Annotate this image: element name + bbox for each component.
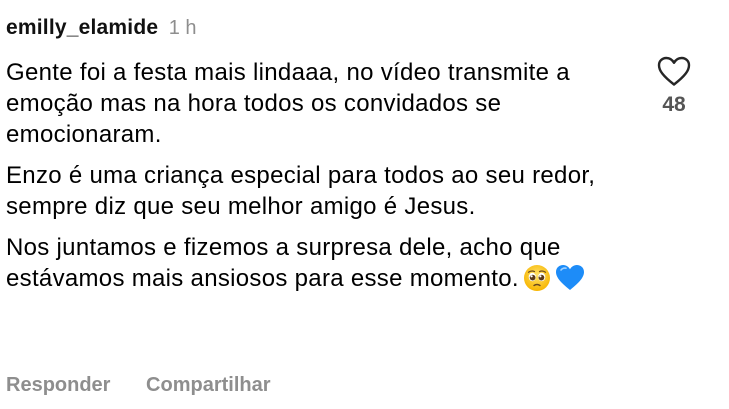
share-button[interactable]: Compartilhar: [146, 370, 270, 400]
comment-header: emilly_elamide 1 h: [6, 14, 197, 42]
comment-paragraph-3: Nos juntamos e fizemos a surpresa dele, …: [6, 232, 626, 300]
timestamp: 1 h: [168, 17, 197, 39]
heart-outline-icon[interactable]: [657, 56, 691, 87]
comment-paragraph-3-text: Nos juntamos e fizemos a surpresa dele, …: [6, 234, 561, 292]
username[interactable]: emilly_elamide: [6, 16, 158, 39]
reply-button[interactable]: Responder: [6, 370, 110, 400]
blue-heart-emoji: [555, 264, 585, 300]
comment-text: Gente foi a festa mais lindaaa, no vídeo…: [6, 57, 626, 310]
pleading-face-emoji: [523, 264, 551, 300]
comment-paragraph-1: Gente foi a festa mais lindaaa, no vídeo…: [6, 59, 570, 148]
comment-paragraph-2: Enzo é uma criança especial para todos a…: [6, 162, 596, 220]
like-count: 48: [662, 93, 686, 116]
comment-actions: Responder Compartilhar: [6, 370, 271, 400]
like-section: 48: [652, 56, 696, 117]
